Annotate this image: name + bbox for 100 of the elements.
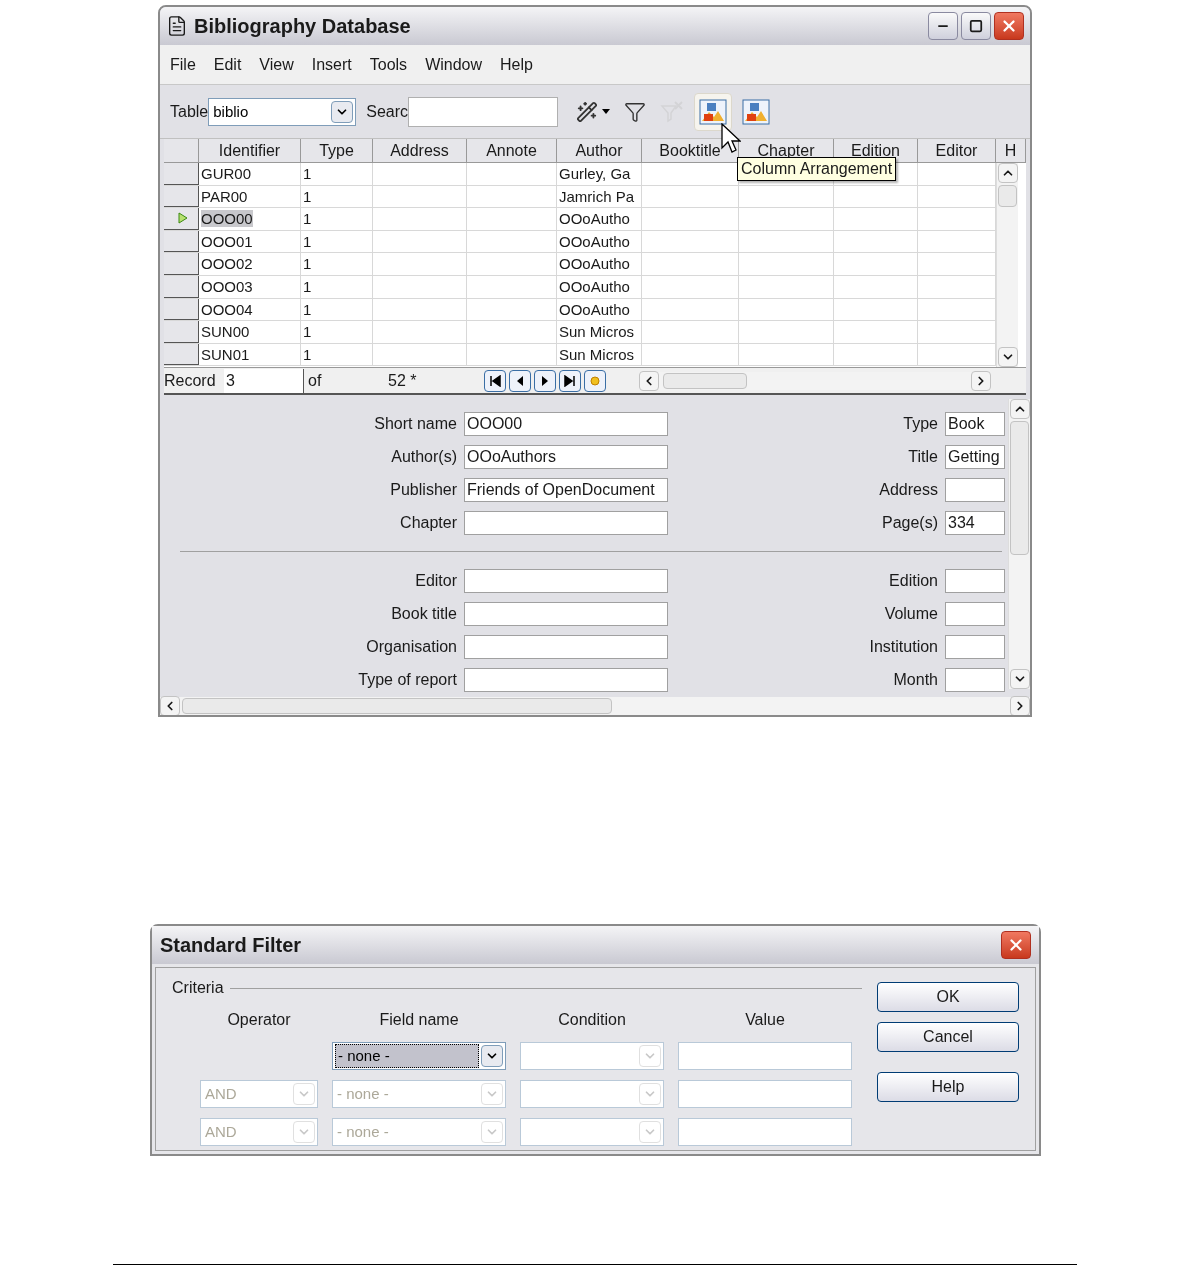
scroll-left-icon[interactable] [639,370,659,391]
scroll-up-icon[interactable] [997,163,1018,183]
next-record-icon[interactable] [534,369,556,392]
scroll-right-icon[interactable] [971,370,991,391]
column-arrangement-icon[interactable] [699,98,728,125]
table-dropdown[interactable]: biblio [208,97,357,126]
minimize-button[interactable] [928,12,958,40]
table-cell: PAR00 [201,187,248,205]
row-header[interactable] [164,230,199,253]
menu-item[interactable]: Window [425,52,483,77]
combo-value: - none - [336,1084,390,1104]
scroll-left-icon[interactable] [160,696,180,715]
close-icon [1000,17,1018,35]
scroll-thumb[interactable] [182,698,612,714]
menu-item[interactable]: Help [500,52,533,77]
table-cell: OOoAutho [559,300,630,318]
row-header[interactable] [164,253,199,275]
scroll-up-icon[interactable] [1009,399,1030,419]
scroll-thumb[interactable] [663,372,747,389]
scroll-down-icon[interactable] [997,347,1018,367]
table-cell: 1 [303,187,312,205]
search-field[interactable] [408,96,559,127]
condition-dropdown[interactable] [520,1080,664,1108]
table-cell: GUR00 [201,165,252,182]
field-label: Short name [373,413,457,434]
field-label: Organisation [365,636,457,657]
text-field[interactable] [945,568,1005,593]
dialog-button[interactable]: Cancel [877,1022,1019,1052]
new-record-icon[interactable] [584,369,606,392]
text-field[interactable] [464,510,668,535]
row-header[interactable] [164,275,199,298]
horizontal-scrollbar[interactable] [160,697,1030,715]
menu-item[interactable]: View [259,52,294,77]
maximize-button[interactable] [961,12,991,40]
table-cell: OOO04 [201,300,253,318]
text-field[interactable] [945,601,1005,626]
dropdown-arrow-icon[interactable] [602,109,611,114]
dialog-button[interactable]: Help [877,1072,1019,1102]
text-field[interactable] [464,568,668,593]
text-field[interactable]: OOO00 [464,411,668,436]
table-cell: Gurley, Ga [559,165,631,182]
condition-dropdown[interactable] [520,1118,664,1146]
row-header[interactable] [164,321,199,343]
current-row-icon [178,212,188,225]
scroll-down-icon[interactable] [1009,669,1030,689]
last-record-icon[interactable] [559,369,581,392]
scroll-thumb[interactable] [998,185,1017,207]
condition-dropdown[interactable] [520,1042,664,1070]
scroll-thumb[interactable] [1010,421,1029,555]
text-field[interactable] [464,667,668,692]
record-field[interactable]: 3 [224,368,304,393]
text-field[interactable] [945,477,1005,502]
dialog-button[interactable]: OK [877,982,1019,1012]
data-source-icon[interactable] [742,98,771,125]
close-button[interactable] [994,12,1024,40]
text-field[interactable]: OOoAuthors [464,444,668,469]
text-field[interactable] [464,601,668,626]
field-name-dropdown[interactable]: - none - [332,1042,506,1070]
row-header[interactable] [164,185,199,208]
combo-value: - none - [336,1122,390,1142]
table-cell: 1 [303,277,312,295]
first-record-icon[interactable] [484,369,506,392]
group-label: Criteria [172,978,224,998]
row-header[interactable] [164,163,199,185]
menu-item[interactable]: Insert [311,52,352,77]
text-field[interactable] [945,634,1005,659]
column-header: Value [744,1010,786,1030]
table-cell: OOoAutho [559,232,630,250]
text-field[interactable] [464,634,668,659]
value-field[interactable] [678,1118,852,1146]
combo-value: - none - [335,1044,479,1068]
menu-item[interactable]: Edit [213,52,242,77]
field-label: Page(s) [880,512,938,533]
field-label: Title [907,446,938,467]
text-field[interactable]: Getting [945,444,1005,469]
row-header[interactable] [164,343,199,366]
table-cell: 1 [303,323,312,341]
menu-item[interactable]: Tools [369,52,408,77]
row-header[interactable] [164,208,199,230]
row-header[interactable] [164,298,199,321]
text-field[interactable] [945,667,1005,692]
filter-icon[interactable] [624,100,647,123]
vertical-scrollbar[interactable] [996,163,1018,367]
close-button[interactable] [1001,931,1031,959]
vertical-scrollbar[interactable] [1008,399,1030,689]
value-field[interactable] [678,1042,852,1070]
table-cell: Jamrich Pa [559,187,635,205]
magic-wand-icon [576,100,599,123]
table-cell: OOoAutho [559,210,630,228]
scroll-right-icon[interactable] [1010,696,1030,715]
text-field[interactable]: 334 [945,510,1005,535]
horizontal-scrollbar[interactable] [639,371,991,390]
value-field[interactable] [678,1080,852,1108]
table-cell: 1 [303,255,312,273]
maximize-icon [969,19,983,33]
text-field[interactable]: Friends of OpenDocument [464,477,668,502]
previous-record-icon[interactable] [509,369,531,392]
menu-item[interactable]: File [170,52,196,77]
text-field[interactable]: Book [945,411,1005,436]
table-cell: 1 [303,345,312,363]
